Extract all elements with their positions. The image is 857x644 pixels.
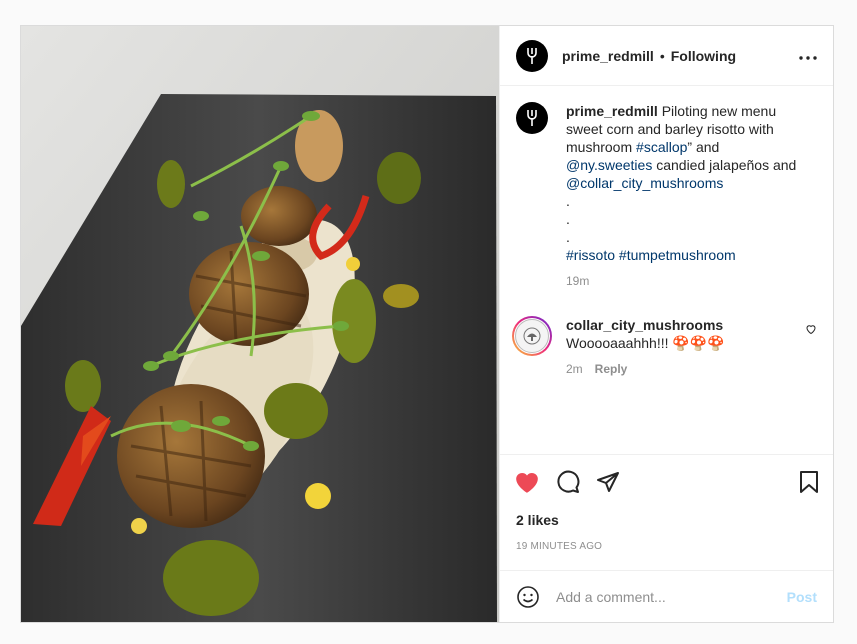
separator-dot: • bbox=[659, 47, 665, 64]
comment-like-button[interactable] bbox=[805, 322, 817, 340]
caption-username[interactable]: prime_redmill bbox=[566, 103, 658, 119]
caption-row: prime_redmill Piloting new menu sweet co… bbox=[516, 102, 817, 290]
send-icon bbox=[597, 471, 619, 492]
heart-outline-icon bbox=[806, 325, 816, 335]
more-options-button[interactable] bbox=[799, 47, 817, 65]
following-button[interactable]: Following bbox=[671, 48, 736, 64]
comment-row: collar_city_mushrooms Wooooaaahhh!!! 🍄🍄🍄… bbox=[512, 316, 817, 378]
story-ring[interactable] bbox=[512, 316, 552, 356]
comments-section: prime_redmill Piloting new menu sweet co… bbox=[500, 86, 833, 454]
share-button[interactable] bbox=[596, 470, 620, 494]
add-comment-bar: Post bbox=[500, 570, 833, 622]
add-comment-input[interactable] bbox=[554, 587, 787, 606]
avatar[interactable] bbox=[516, 39, 548, 72]
hashtag-link[interactable]: #tumpetmushroom bbox=[619, 247, 736, 263]
post-header: prime_redmill • Following bbox=[500, 26, 833, 86]
comment-body: collar_city_mushrooms Wooooaaahhh!!! 🍄🍄🍄… bbox=[566, 316, 801, 378]
mention-link[interactable]: @ny.sweeties bbox=[566, 157, 652, 173]
comment-time: 2m bbox=[566, 362, 583, 376]
action-bar bbox=[500, 454, 833, 508]
mushroom-seal-icon bbox=[523, 327, 541, 345]
heart-filled-icon bbox=[516, 472, 538, 493]
likes-count[interactable]: 2 likes bbox=[500, 512, 833, 528]
caption-text: prime_redmill Piloting new menu sweet co… bbox=[566, 102, 798, 290]
fork-icon bbox=[527, 110, 537, 126]
header-username[interactable]: prime_redmill bbox=[562, 48, 654, 64]
save-button[interactable] bbox=[799, 470, 819, 494]
caption-dot: . bbox=[566, 229, 570, 245]
post-comment-button[interactable]: Post bbox=[787, 589, 817, 605]
comment-username[interactable]: collar_city_mushrooms bbox=[566, 317, 723, 333]
food-photo-illustration bbox=[21, 26, 499, 622]
post-sidebar: prime_redmill • Following prime_redmill … bbox=[499, 26, 833, 622]
fork-icon bbox=[527, 47, 537, 64]
bookmark-icon bbox=[800, 470, 818, 493]
comment-meta: 2m Reply bbox=[566, 360, 801, 378]
more-horizontal-icon bbox=[799, 55, 817, 60]
comment-text: Wooooaaahhh!!! 🍄🍄🍄 bbox=[566, 335, 725, 351]
caption-time: 19m bbox=[566, 274, 590, 288]
emoji-icon bbox=[517, 585, 539, 608]
comment-button[interactable] bbox=[556, 470, 580, 494]
emoji-button[interactable] bbox=[516, 585, 540, 609]
post-photo[interactable] bbox=[21, 26, 499, 622]
post-timestamp: 19 MINUTES AGO bbox=[516, 541, 603, 552]
hashtag-link[interactable]: #scallop bbox=[636, 139, 687, 155]
caption-part: ” and bbox=[687, 139, 720, 155]
hashtag-link[interactable]: #rissoto bbox=[566, 247, 615, 263]
post-card: prime_redmill • Following prime_redmill … bbox=[20, 25, 834, 623]
like-button[interactable] bbox=[514, 470, 540, 494]
comment-icon bbox=[557, 470, 580, 493]
reply-button[interactable]: Reply bbox=[595, 362, 628, 376]
caption-dot: . bbox=[566, 193, 570, 209]
mention-link[interactable]: @collar_city_mushrooms bbox=[566, 175, 723, 191]
collar-city-logo bbox=[515, 319, 549, 353]
caption-part: candied jalapeños and bbox=[652, 157, 797, 173]
caption-dot: . bbox=[566, 211, 570, 227]
caption-avatar[interactable] bbox=[516, 102, 548, 134]
